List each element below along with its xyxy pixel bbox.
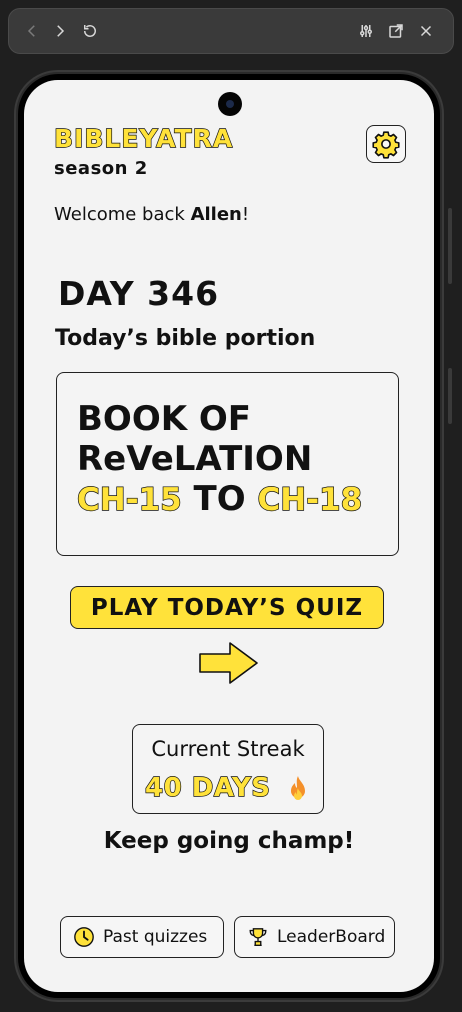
front-camera xyxy=(218,92,242,116)
book-line-1: BOOK OF xyxy=(77,399,252,439)
chapter-connector: TO xyxy=(193,479,246,519)
season-label: season 2 xyxy=(54,158,148,179)
arrow-right-icon[interactable] xyxy=(198,640,260,686)
browser-toolbar xyxy=(8,8,454,54)
clock-icon xyxy=(74,927,94,947)
welcome-prefix: Welcome back xyxy=(54,204,191,225)
app-screen: BIBLEYATRA season 2 Welcome back Allen! … xyxy=(24,80,434,992)
streak-message: Keep going champ! xyxy=(103,828,355,854)
streak-value: 40 DAYS xyxy=(144,772,271,803)
open-external-icon[interactable] xyxy=(385,20,407,42)
forward-icon[interactable] xyxy=(49,20,71,42)
book-name: ReVeLATION xyxy=(77,439,313,479)
power-button xyxy=(448,368,452,424)
gear-icon xyxy=(372,131,400,159)
welcome-message: Welcome back Allen! xyxy=(54,204,249,225)
user-name: Allen xyxy=(190,204,242,225)
leaderboard-label: LeaderBoard xyxy=(277,927,386,947)
app-brand: BIBLEYATRA xyxy=(53,123,234,153)
play-quiz-button[interactable]: PLAY TODAY’S QUIZ xyxy=(70,586,384,629)
past-quizzes-button[interactable]: Past quizzes xyxy=(60,916,224,958)
back-icon[interactable] xyxy=(21,20,43,42)
streak-card: Current Streak 40 DAYS xyxy=(132,724,324,814)
trophy-icon xyxy=(249,928,267,946)
settings-button[interactable] xyxy=(366,125,406,163)
portion-heading: Today’s bible portion xyxy=(55,326,316,351)
fire-icon xyxy=(291,776,305,800)
close-icon[interactable] xyxy=(415,20,437,42)
leaderboard-button[interactable]: LeaderBoard xyxy=(234,916,395,958)
chapter-range: CH-15 TO CH-18 xyxy=(76,479,363,520)
bible-portion-card: BOOK OF ReVeLATION CH-15 TO CH-18 xyxy=(56,372,399,556)
volume-button xyxy=(448,208,452,284)
chapter-from: CH-15 xyxy=(76,481,182,518)
day-counter: DAY 346 xyxy=(58,274,220,313)
tune-icon[interactable] xyxy=(355,20,377,42)
welcome-suffix: ! xyxy=(241,204,250,225)
reload-icon[interactable] xyxy=(79,20,101,42)
chapter-to: CH-18 xyxy=(257,481,363,518)
streak-label: Current Streak xyxy=(151,737,305,761)
past-quizzes-label: Past quizzes xyxy=(103,927,208,947)
